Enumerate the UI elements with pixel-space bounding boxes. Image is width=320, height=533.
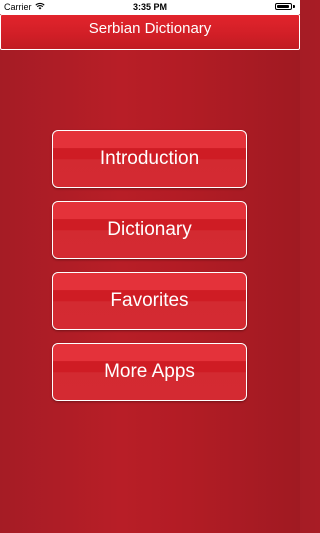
battery-icon xyxy=(275,3,295,10)
battery-tip xyxy=(293,5,295,8)
more-apps-button-label: More Apps xyxy=(104,361,195,382)
page-title: Serbian Dictionary xyxy=(88,20,212,37)
main-menu: Introduction Dictionary Favorites More A… xyxy=(52,130,247,414)
favorites-button[interactable]: Favorites xyxy=(52,272,247,330)
introduction-button-label: Introduction xyxy=(99,148,200,169)
favorites-button-label: Favorites xyxy=(110,290,189,311)
navigation-bar: Serbian Dictionary xyxy=(0,14,300,50)
dictionary-button[interactable]: Dictionary xyxy=(52,201,247,259)
battery-body xyxy=(275,3,292,10)
more-apps-button[interactable]: More Apps xyxy=(52,343,247,401)
status-time: 3:35 PM xyxy=(132,2,167,12)
app-screen: Carrier 3:35 PM Serbian Dictionary Intro… xyxy=(0,0,300,533)
introduction-button[interactable]: Introduction xyxy=(52,130,247,188)
status-bar: Carrier 3:35 PM xyxy=(0,0,300,14)
battery-fill xyxy=(277,5,290,8)
dictionary-button-label: Dictionary xyxy=(107,219,192,240)
